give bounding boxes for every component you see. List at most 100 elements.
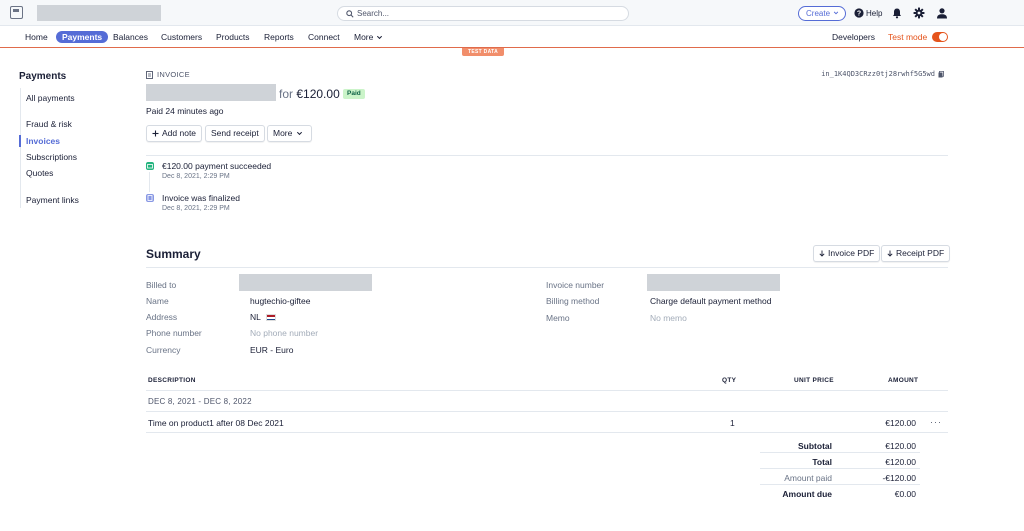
invoice-icon	[146, 70, 153, 79]
subtotal-value: €120.00	[885, 441, 916, 451]
sidebar-item-payment-links[interactable]: Payment links	[26, 195, 79, 206]
invoice-pdf-label: Invoice PDF	[828, 248, 875, 258]
nav-home[interactable]: Home	[25, 31, 48, 43]
add-note-button[interactable]: Add note	[146, 125, 203, 142]
currency-value: EUR - Euro	[250, 345, 294, 355]
user-icon[interactable]	[936, 7, 948, 19]
payment-succeeded-icon	[146, 162, 154, 170]
test-mode-toggle[interactable]	[932, 32, 948, 42]
memo-label: Memo	[546, 313, 570, 323]
timeline-connector	[149, 172, 150, 192]
nav-more-label: More	[354, 32, 374, 42]
help-icon: ?	[854, 8, 864, 18]
invoice-number-label: Invoice number	[546, 280, 605, 290]
invoice-id-text: in_1K4QD3CRzz0tj28rwhf5G5wd	[821, 70, 935, 78]
download-arrow-icon	[887, 250, 893, 257]
sidebar-divider	[20, 88, 21, 208]
amount-due-label: Amount due	[782, 489, 832, 499]
summary-divider	[146, 267, 948, 268]
send-receipt-label: Send receipt	[211, 128, 259, 138]
invoice-number-redacted[interactable]	[647, 274, 780, 291]
table-divider	[146, 411, 948, 412]
totals-divider	[760, 468, 920, 469]
test-data-badge: TEST DATA	[462, 48, 504, 56]
test-mode-label: Test mode	[888, 32, 928, 42]
col-header-qty: QTY	[722, 377, 737, 384]
sidebar-item-invoices[interactable]: Invoices	[26, 136, 60, 147]
for-word: for	[279, 87, 294, 101]
row-actions-icon[interactable]: ···	[930, 417, 942, 427]
invoice-label-text: INVOICE	[157, 70, 190, 79]
timeline-event-title: Invoice was finalized	[162, 193, 240, 203]
receipt-pdf-label: Receipt PDF	[896, 248, 945, 258]
bell-icon[interactable]	[891, 7, 903, 19]
total-label: Total	[812, 457, 832, 467]
svg-text:?: ?	[857, 11, 861, 18]
col-header-unit-price: UNIT PRICE	[794, 377, 834, 384]
totals-divider	[760, 452, 920, 453]
memo-value: No memo	[650, 313, 687, 323]
address-value: NL	[250, 312, 276, 322]
nav-developers[interactable]: Developers	[832, 31, 875, 43]
search-placeholder: Search...	[357, 9, 390, 18]
phone-label: Phone number	[146, 328, 202, 338]
totals-divider	[760, 484, 920, 485]
name-value: hugtechio-giftee	[250, 296, 311, 306]
billed-to-redacted[interactable]	[239, 274, 372, 291]
more-actions-button[interactable]: More	[267, 125, 313, 142]
sidebar-active-indicator	[19, 135, 21, 147]
billed-to-label: Billed to	[146, 280, 177, 290]
create-label: Create	[806, 9, 831, 18]
help-button[interactable]: ? Help	[854, 7, 882, 19]
top-bar: Search... Create ? Help	[0, 0, 1024, 26]
invoice-amount-heading: for €120.00	[279, 87, 340, 101]
amount-due-value: €0.00	[894, 489, 916, 499]
copy-icon[interactable]	[938, 70, 944, 78]
nav-more[interactable]: More	[354, 31, 383, 43]
main-nav: Home Payments Balances Customers Product…	[0, 26, 1024, 48]
billing-method-label: Billing method	[546, 296, 600, 306]
receipt-pdf-button[interactable]: Receipt PDF	[881, 245, 951, 262]
nav-connect[interactable]: Connect	[308, 31, 340, 43]
sidebar-item-fraud-risk[interactable]: Fraud & risk	[26, 119, 72, 130]
invoice-label: INVOICE	[146, 70, 190, 79]
line-item-description: Time on product1 after 08 Dec 2021	[148, 418, 284, 428]
line-item-qty: 1	[730, 418, 735, 428]
sidebar-item-all-payments[interactable]: All payments	[26, 93, 75, 104]
chevron-down-icon	[377, 36, 383, 40]
subtotal-label: Subtotal	[798, 441, 832, 451]
help-label: Help	[866, 8, 883, 18]
plus-icon	[152, 130, 159, 137]
col-header-amount: AMOUNT	[888, 377, 919, 384]
nav-customers[interactable]: Customers	[161, 31, 202, 43]
account-name-redacted[interactable]	[37, 5, 161, 21]
gear-icon[interactable]	[913, 7, 925, 19]
invoice-id[interactable]: in_1K4QD3CRzz0tj28rwhf5G5wd	[821, 70, 944, 78]
sidebar-item-subscriptions[interactable]: Subscriptions	[26, 152, 77, 163]
nav-reports[interactable]: Reports	[264, 31, 294, 43]
sidebar-title: Payments	[19, 71, 67, 82]
netherlands-flag-icon	[265, 314, 276, 322]
amount-paid-value: -€120.00	[882, 473, 916, 483]
account-switcher-icon[interactable]	[10, 6, 23, 19]
search-input[interactable]: Search...	[337, 6, 629, 21]
invoice-pdf-button[interactable]: Invoice PDF	[813, 245, 881, 262]
nav-products[interactable]: Products	[216, 31, 250, 43]
address-label: Address	[146, 312, 178, 322]
more-label: More	[273, 128, 293, 138]
nav-balances[interactable]: Balances	[113, 31, 148, 43]
chevron-down-icon	[833, 11, 839, 15]
total-value: €120.00	[885, 457, 916, 467]
download-arrow-icon	[819, 250, 825, 257]
customer-name-redacted[interactable]	[146, 84, 276, 101]
amount-paid-label: Amount paid	[784, 473, 832, 483]
send-receipt-button[interactable]: Send receipt	[205, 125, 265, 142]
add-note-label: Add note	[162, 128, 197, 138]
chevron-down-icon	[297, 131, 303, 136]
create-button[interactable]: Create	[798, 6, 846, 21]
phone-value: No phone number	[250, 328, 319, 338]
invoice-amount: €120.00	[296, 87, 340, 101]
nav-payments[interactable]: Payments	[56, 31, 109, 43]
header-divider	[146, 155, 948, 156]
sidebar-item-quotes[interactable]: Quotes	[26, 168, 53, 179]
